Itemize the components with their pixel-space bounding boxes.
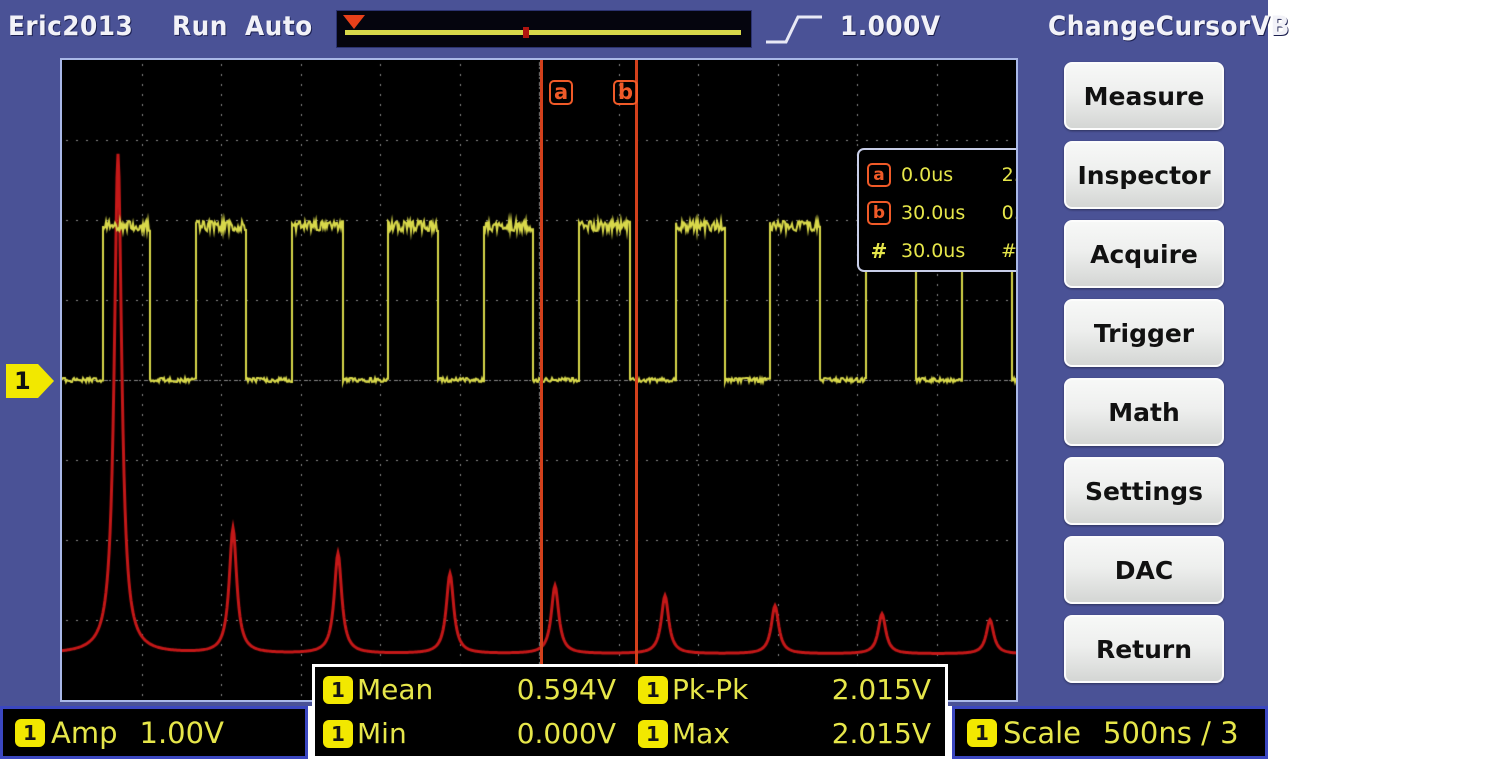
status-bar-amplitude[interactable]: 1 Amp 1.00V	[0, 706, 308, 759]
measurement-max[interactable]: 1 Max 2.015V	[630, 717, 945, 750]
softkey-label: Acquire	[1090, 240, 1198, 269]
status-label: Scale	[997, 716, 1081, 750]
cursor-b-time: 30.0us	[891, 202, 1001, 224]
rising-edge-slope-icon[interactable]	[764, 12, 824, 46]
measurement-row: 1 Mean 0.594V 1 Pk-Pk 2.015V	[315, 668, 945, 712]
status-bar-timebase[interactable]: 1 Scale 500ns / 3	[952, 706, 1268, 759]
cursor-a-label[interactable]: a	[549, 80, 573, 105]
measurement-min[interactable]: 1 Min 0.000V	[315, 717, 630, 750]
channel-badge: 1	[967, 719, 997, 747]
cursor-b-label[interactable]: b	[613, 80, 638, 105]
trigger-position-bar[interactable]	[336, 10, 752, 48]
app-title: ChangeCursorVB	[1048, 11, 1290, 42]
softkey-acquire[interactable]: Acquire	[1064, 220, 1224, 288]
measurement-value: 0.000V	[407, 717, 630, 750]
channel-1-position-marker[interactable]: 1	[6, 364, 54, 398]
marker-point-icon	[38, 364, 54, 398]
cursor-b-badge: b	[867, 201, 891, 225]
trigger-center-mark-icon	[523, 27, 529, 38]
cursor-a-volt: 2.000V	[1001, 164, 1016, 186]
cursor-readout-row: # 30.0us #2.000V	[867, 232, 1016, 270]
trigger-level-value: 1.000V	[840, 11, 941, 42]
cursor-readout-row: b 30.0us 0.000V	[867, 194, 1016, 232]
waveform-screen[interactable]: a b a 0.0us 2.000V b 30.0us 0.000V	[60, 58, 1018, 702]
status-label: Amp	[45, 716, 118, 750]
channel-number-label: 1	[14, 367, 31, 395]
measurement-label: Pk-Pk	[668, 673, 748, 706]
softkey-label: DAC	[1115, 556, 1173, 585]
measurement-label: Mean	[353, 673, 433, 706]
user-name-label: Eric2013	[8, 11, 133, 42]
measurement-value: 2.015V	[730, 717, 945, 750]
softkey-trigger[interactable]: Trigger	[1064, 299, 1224, 367]
softkey-label: Measure	[1084, 82, 1205, 111]
softkey-math[interactable]: Math	[1064, 378, 1224, 446]
cursor-b-volt: 0.000V	[1001, 202, 1016, 224]
measurement-panel[interactable]: 1 Mean 0.594V 1 Pk-Pk 2.015V 1 Min 0.000…	[312, 664, 948, 759]
softkey-label: Trigger	[1094, 319, 1194, 348]
status-value: 500ns / 3	[1081, 716, 1239, 750]
softkey-settings[interactable]: Settings	[1064, 457, 1224, 525]
oscilloscope-screenshot: Eric2013 Run Auto 1.000V ChangeCursorVB …	[0, 0, 1500, 759]
softkey-label: Inspector	[1077, 161, 1210, 190]
cursor-b-line[interactable]	[635, 60, 638, 700]
softkey-menu: Measure Inspector Acquire Trigger Math S…	[1064, 62, 1224, 694]
cursor-a-line[interactable]	[540, 60, 543, 700]
channel-badge: 1	[15, 719, 45, 747]
softkey-measure[interactable]: Measure	[1064, 62, 1224, 130]
cursor-delta-badge: #	[867, 239, 891, 263]
memory-span-line	[345, 30, 741, 35]
cursor-delta-time: 30.0us	[891, 240, 1001, 262]
softkey-label: Return	[1096, 635, 1192, 664]
softkey-dac[interactable]: DAC	[1064, 536, 1224, 604]
measurement-label: Min	[353, 717, 407, 750]
waveform-plot-area[interactable]: a b a 0.0us 2.000V b 30.0us 0.000V	[62, 60, 1016, 700]
status-value: 1.00V	[118, 716, 224, 750]
run-state-label[interactable]: Run	[172, 11, 228, 42]
trigger-position-marker-icon[interactable]	[343, 15, 365, 29]
channel-badge: 1	[323, 720, 353, 748]
measurement-value: 2.015V	[748, 673, 945, 706]
measurement-value: 0.594V	[433, 673, 630, 706]
measurement-pkpk[interactable]: 1 Pk-Pk 2.015V	[630, 673, 945, 706]
softkey-label: Math	[1108, 398, 1180, 427]
cursor-a-badge: a	[867, 163, 891, 187]
measurement-mean[interactable]: 1 Mean 0.594V	[315, 673, 630, 706]
header-bar: Eric2013 Run Auto 1.000V ChangeCursorVB	[0, 0, 1268, 56]
channel-badge: 1	[323, 676, 353, 704]
channel-badge: 1	[638, 720, 668, 748]
cursor-delta-volt: #2.000V	[1001, 240, 1016, 262]
cursor-readout-box: a 0.0us 2.000V b 30.0us 0.000V # 30.0us …	[857, 148, 1016, 272]
device-panel: Eric2013 Run Auto 1.000V ChangeCursorVB …	[0, 0, 1268, 706]
measurement-row: 1 Min 0.000V 1 Max 2.015V	[315, 712, 945, 756]
cursor-readout-row: a 0.0us 2.000V	[867, 156, 1016, 194]
channel-badge: 1	[638, 676, 668, 704]
measurement-label: Max	[668, 717, 730, 750]
trigger-mode-label[interactable]: Auto	[245, 11, 313, 42]
softkey-inspector[interactable]: Inspector	[1064, 141, 1224, 209]
softkey-return[interactable]: Return	[1064, 615, 1224, 683]
cursor-a-time: 0.0us	[891, 164, 1001, 186]
softkey-label: Settings	[1085, 477, 1203, 506]
